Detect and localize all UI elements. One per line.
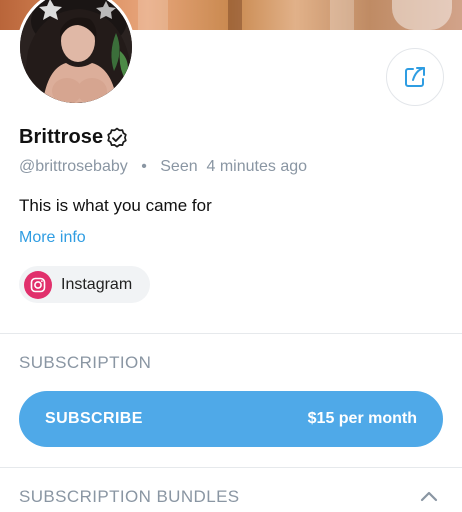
divider xyxy=(0,333,462,334)
divider xyxy=(0,467,462,468)
avatar[interactable] xyxy=(17,0,135,106)
profile-bio: This is what you came for xyxy=(19,196,212,215)
profile-meta: @brittrosebaby • Seen 4 minutes ago xyxy=(19,158,307,176)
instagram-icon xyxy=(24,270,52,299)
subscription-bundles-title[interactable]: SUBSCRIPTION BUNDLES xyxy=(19,487,240,507)
meta-separator: • xyxy=(141,158,147,175)
instagram-link[interactable]: Instagram xyxy=(19,266,150,303)
more-info-link[interactable]: More info xyxy=(19,229,86,247)
verified-badge-icon xyxy=(106,127,128,149)
username: @brittrosebaby xyxy=(19,158,128,175)
subscription-price: $15 per month xyxy=(307,410,417,427)
profile-name: Brittrose xyxy=(19,126,104,148)
avatar-photo xyxy=(20,0,132,103)
profile-page: Brittrose @brittrosebaby • Seen 4 minute… xyxy=(0,0,462,512)
subscription-section-title: SUBSCRIPTION xyxy=(19,353,152,372)
chevron-up-icon[interactable] xyxy=(418,486,440,512)
profile-name-row: Brittrose xyxy=(19,126,128,149)
last-seen: Seen 4 minutes ago xyxy=(160,158,308,175)
subscribe-button-label: SUBSCRIBE xyxy=(45,410,143,427)
subscribe-button[interactable]: SUBSCRIBE $15 per month xyxy=(19,391,443,447)
share-icon xyxy=(405,67,425,87)
share-button[interactable] xyxy=(386,48,444,106)
instagram-label: Instagram xyxy=(61,275,133,293)
